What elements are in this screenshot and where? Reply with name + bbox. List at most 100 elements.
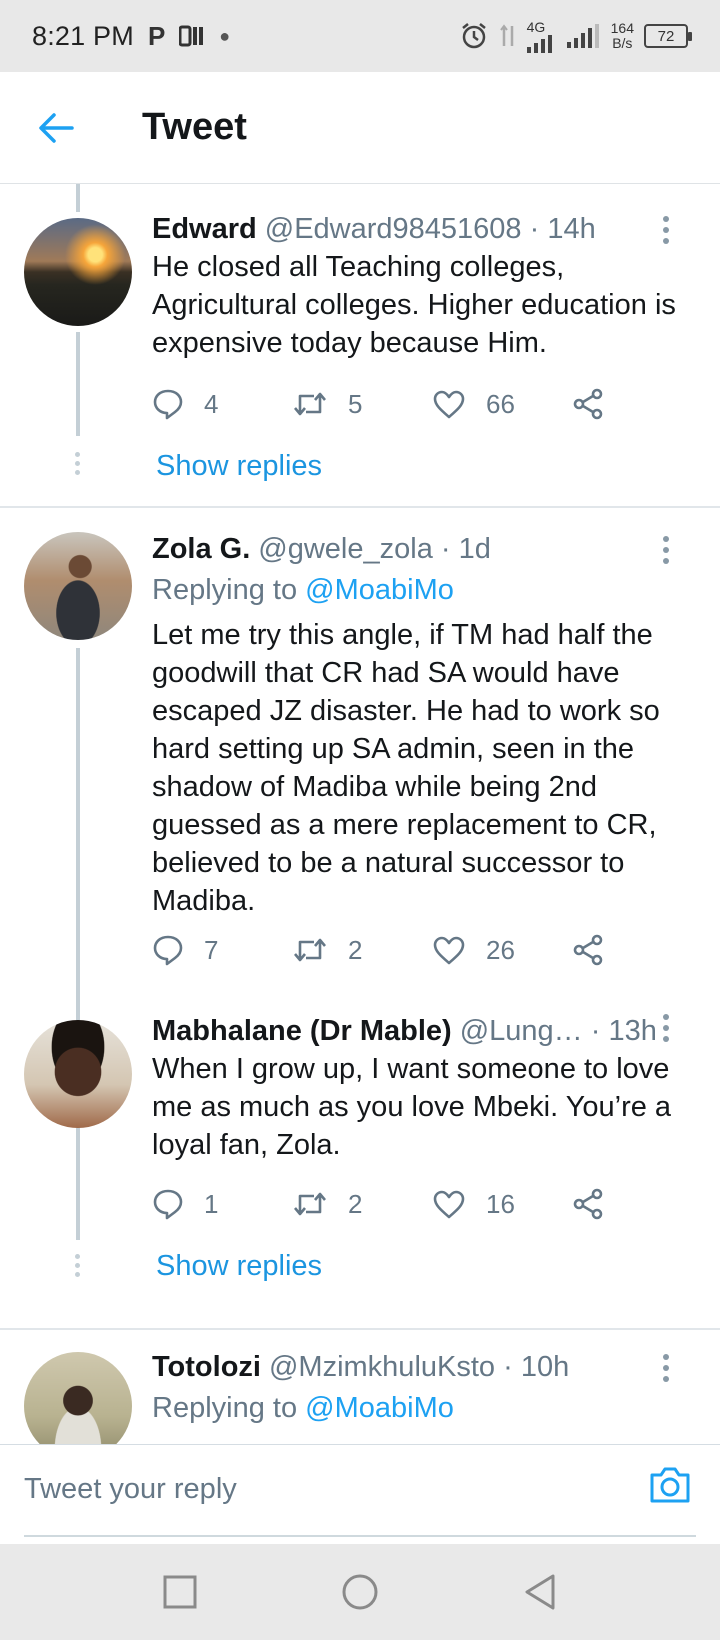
share-icon <box>573 934 603 966</box>
retweet-icon <box>294 392 326 416</box>
signal-bars-2-icon <box>566 24 599 48</box>
square-icon <box>163 1575 197 1609</box>
retweet-icon <box>294 938 326 962</box>
circle-icon <box>342 1574 378 1610</box>
back-button[interactable] <box>26 98 86 158</box>
retweet-count: 2 <box>348 934 363 965</box>
reply-icon <box>153 389 183 420</box>
cell-signal-1: 4G <box>526 19 557 53</box>
status-bar: 8:21 PM P ● 4G 164 B/s 72 <box>0 0 720 72</box>
tweet-header: Totolozi @MzimkhuluKsto · 10h <box>152 1350 700 1384</box>
replying-to-label: Replying to <box>152 1392 298 1424</box>
reply-button[interactable]: 7 <box>152 934 292 966</box>
mention-link[interactable]: @MoabiMo <box>305 574 454 606</box>
tweet-header: Edward @Edward98451608 · 14h <box>152 212 700 246</box>
share-icon <box>573 388 603 420</box>
reply-composer <box>0 1444 720 1544</box>
net-speed-value: 164 <box>610 20 634 36</box>
heart-icon <box>433 390 465 419</box>
more-options-button[interactable] <box>652 212 680 248</box>
handle[interactable]: @Edward98451608 <box>265 213 522 245</box>
home-button[interactable] <box>330 1562 390 1622</box>
handle[interactable]: @Lung… <box>460 1015 583 1047</box>
retweet-button[interactable]: 2 <box>292 1189 432 1220</box>
retweet-icon <box>294 1192 326 1216</box>
like-button[interactable]: 26 <box>432 935 572 966</box>
handle[interactable]: @MzimkhuluKsto <box>269 1351 495 1383</box>
share-icon <box>573 1188 603 1220</box>
replies-feed[interactable]: Edward @Edward98451608 · 14h He closed a… <box>0 184 720 1444</box>
data-transfer-icon <box>499 24 513 46</box>
handle[interactable]: @gwele_zola <box>258 533 433 565</box>
tweet-mabhalane[interactable]: Mabhalane (Dr Mable) @Lung… · 13h When I… <box>0 1010 720 1312</box>
share-button[interactable] <box>572 388 622 420</box>
net-speed: 164 B/s <box>611 21 634 51</box>
show-replies-link[interactable]: Show replies <box>156 450 322 483</box>
tweet-header: Mabhalane (Dr Mable) @Lung… · 13h <box>152 1014 700 1048</box>
tweet-zola[interactable]: Zola G. @gwele_zola · 1d Replying to @Mo… <box>0 508 720 1188</box>
signal-bars-icon <box>526 35 552 53</box>
avatar[interactable] <box>24 1020 132 1128</box>
avatar[interactable] <box>24 218 132 326</box>
show-replies-link[interactable]: Show replies <box>156 1250 322 1283</box>
thread-ellipsis <box>75 1254 81 1277</box>
notification-app-icon <box>179 25 204 47</box>
more-options-button[interactable] <box>652 1350 680 1386</box>
tweet-actions: 4 5 66 <box>152 384 622 424</box>
display-name[interactable]: Mabhalane (Dr Mable) <box>152 1014 452 1048</box>
tweet-totolozi[interactable]: Totolozi @MzimkhuluKsto · 10h Replying t… <box>0 1330 720 1444</box>
alarm-icon <box>461 23 486 49</box>
like-count: 66 <box>486 388 515 419</box>
tweet-meta: @Edward98451608 · 14h <box>265 212 596 246</box>
display-name[interactable]: Edward <box>152 212 257 246</box>
camera-button[interactable] <box>648 1465 696 1509</box>
mention-link[interactable]: @MoabiMo <box>305 1392 454 1424</box>
avatar[interactable] <box>24 532 132 640</box>
tweet-text: He closed all Teaching colleges, Agricul… <box>152 251 676 359</box>
like-count: 26 <box>486 934 515 965</box>
status-left: 8:21 PM P ● <box>32 21 230 52</box>
tweet-header: Zola G. @gwele_zola · 1d <box>152 532 700 566</box>
reply-count: 4 <box>204 388 219 419</box>
replying-to: Replying to @MoabiMo <box>152 570 700 610</box>
timestamp: · 1d <box>440 533 491 565</box>
replying-to-label: Replying to <box>152 574 298 606</box>
display-name[interactable]: Totolozi <box>152 1350 261 1384</box>
back-arrow-icon <box>39 112 74 143</box>
battery-level: 72 <box>657 27 675 45</box>
parking-app-icon: P <box>147 20 166 51</box>
retweet-button[interactable]: 5 <box>292 389 432 420</box>
battery-icon: 72 <box>644 24 692 48</box>
clock: 8:21 PM <box>32 20 134 51</box>
tweet-meta: @MzimkhuluKsto · 10h <box>269 1350 569 1384</box>
like-button[interactable]: 66 <box>432 389 572 420</box>
reply-button[interactable]: 1 <box>152 1188 292 1220</box>
share-button[interactable] <box>572 934 622 966</box>
tweet-text: Let me try this angle, if TM had half th… <box>152 619 660 917</box>
tweet-edward[interactable]: Edward @Edward98451608 · 14h He closed a… <box>0 184 720 506</box>
reply-input[interactable] <box>24 1459 624 1519</box>
tweet-text: When I grow up, I want someone to love m… <box>152 1053 672 1161</box>
recents-button[interactable] <box>150 1562 210 1622</box>
network-type: 4G <box>526 19 546 35</box>
reply-icon <box>153 935 183 966</box>
more-options-button[interactable] <box>652 1010 680 1046</box>
retweet-count: 5 <box>348 388 363 419</box>
camera-icon <box>650 1467 690 1503</box>
tweet-meta: @Lung… · 13h <box>460 1014 657 1048</box>
share-button[interactable] <box>572 1188 622 1220</box>
display-name[interactable]: Zola G. <box>152 532 250 566</box>
input-underline <box>24 1535 696 1537</box>
page-title: Tweet <box>142 106 247 148</box>
app-header: Tweet <box>0 72 720 184</box>
reply-count: 7 <box>204 934 219 965</box>
avatar[interactable] <box>24 1352 132 1444</box>
more-options-button[interactable] <box>652 532 680 568</box>
retweet-button[interactable]: 2 <box>292 935 432 966</box>
reply-button[interactable]: 4 <box>152 388 292 420</box>
reply-icon <box>153 1189 183 1220</box>
back-nav-button[interactable] <box>510 1562 570 1622</box>
thread-line <box>76 332 80 436</box>
like-button[interactable]: 16 <box>432 1189 572 1220</box>
tweet-actions: 7 2 26 <box>152 930 622 970</box>
